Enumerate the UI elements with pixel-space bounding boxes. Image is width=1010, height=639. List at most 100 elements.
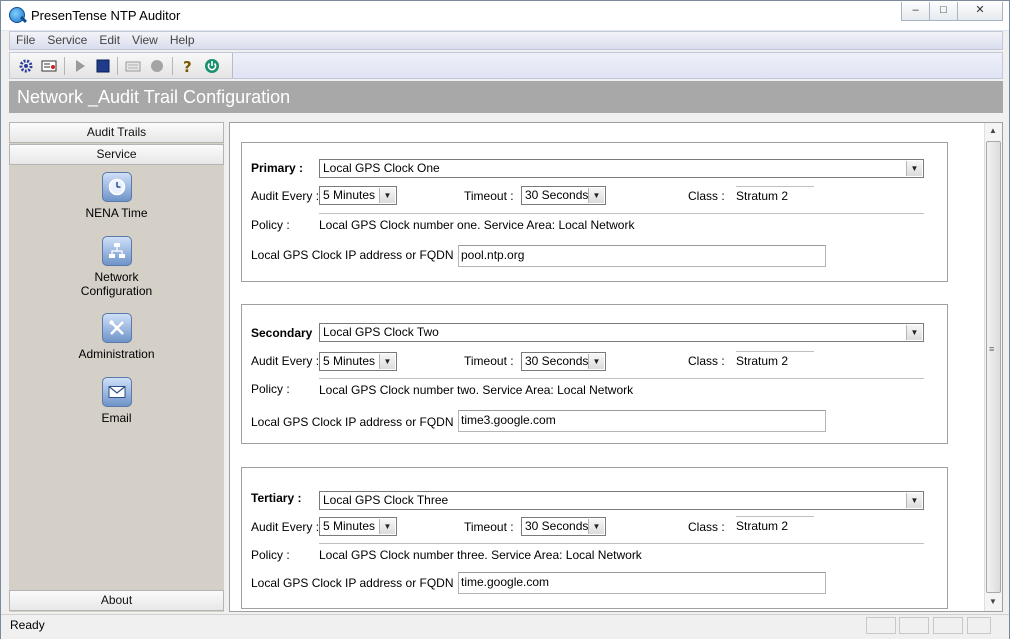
scroll-thumb[interactable] <box>986 141 1001 593</box>
tab-about[interactable]: About <box>9 590 224 611</box>
settings-icon[interactable] <box>18 58 34 74</box>
tertiary-label: Tertiary : <box>251 491 302 505</box>
class-value: Stratum 2 <box>736 351 814 368</box>
network-icon <box>101 236 132 266</box>
policy-label: Policy : <box>251 548 290 562</box>
timeout-label: Timeout : <box>464 354 514 368</box>
title-bar: PresenTense NTP Auditor – □ ✕ <box>1 1 1009 31</box>
secondary-clock-panel: Secondary Local GPS Clock Two ▼ Audit Eve… <box>241 304 948 444</box>
sidebar-item-nena-time[interactable]: NENA Time <box>9 172 224 220</box>
secondary-label: Secondary <box>251 326 313 340</box>
sidebar-item-label: Network Configuration <box>80 270 153 298</box>
tools-icon <box>101 313 132 343</box>
status-panel <box>967 617 991 634</box>
class-value: Stratum 2 <box>736 186 814 203</box>
ip-label: Local GPS Clock IP address or FQDN : <box>251 576 461 590</box>
status-panel <box>866 617 896 634</box>
app-logo-icon <box>9 7 25 23</box>
toolbar: ? <box>9 52 1003 79</box>
main-content: Primary : Local GPS Clock One ▼ Audit Eve… <box>229 122 1003 612</box>
sidebar-item-administration[interactable]: Administration <box>9 313 224 361</box>
close-button[interactable]: ✕ <box>957 2 1003 21</box>
policy-label: Policy : <box>251 218 290 232</box>
page-title: Network _Audit Trail Configuration <box>9 81 1003 113</box>
ip-label: Local GPS Clock IP address or FQDN : <box>251 415 461 429</box>
sidebar: Audit Trails Service NENA Time Network C… <box>9 122 224 612</box>
timeout-value: 30 Seconds <box>525 519 589 533</box>
certificate-icon[interactable] <box>41 58 57 74</box>
svg-text:?: ? <box>183 58 192 74</box>
sidebar-item-network-configuration[interactable]: Network Configuration <box>9 236 224 298</box>
tertiary-clock-panel: Tertiary : Local GPS Clock Three ▼ Audit … <box>241 467 948 609</box>
tertiary-clock-select[interactable]: Local GPS Clock Three ▼ <box>319 491 924 510</box>
sidebar-item-label: NENA Time <box>85 206 148 220</box>
app-window: PresenTense NTP Auditor – □ ✕ File Servic… <box>0 0 1010 639</box>
scroll-up-icon[interactable]: ▲ <box>989 126 997 135</box>
ip-input[interactable]: pool.ntp.org <box>458 245 826 267</box>
scroll-grip-icon: ≡ <box>989 344 995 354</box>
class-value: Stratum 2 <box>736 516 814 533</box>
menu-help[interactable]: Help <box>164 32 201 49</box>
chevron-down-icon: ▼ <box>379 354 395 369</box>
help-icon[interactable]: ? <box>180 58 196 76</box>
sidebar-item-label: Email <box>101 411 132 425</box>
sidebar-item-email[interactable]: Email <box>9 377 224 425</box>
maximize-button[interactable]: □ <box>929 2 958 21</box>
timeout-label: Timeout : <box>464 189 514 203</box>
stop-icon[interactable] <box>95 58 111 74</box>
audit-every-label: Audit Every : <box>251 354 320 368</box>
keyboard-icon[interactable] <box>125 58 141 74</box>
timeout-label: Timeout : <box>464 520 514 534</box>
audit-every-label: Audit Every : <box>251 520 320 534</box>
ip-input[interactable]: time.google.com <box>458 572 826 594</box>
window-title: PresenTense NTP Auditor <box>31 8 181 23</box>
minimize-button[interactable]: – <box>901 2 930 21</box>
audit-every-select[interactable]: 5 Minutes ▼ <box>319 186 397 205</box>
status-bar: Ready <box>1 614 1009 639</box>
status-panel <box>899 617 929 634</box>
audit-every-label: Audit Every : <box>251 189 320 203</box>
timeout-value: 30 Seconds <box>525 354 589 368</box>
secondary-clock-select[interactable]: Local GPS Clock Two ▼ <box>319 323 924 342</box>
play-icon[interactable] <box>72 58 88 74</box>
menu-service[interactable]: Service <box>41 32 93 49</box>
ip-input[interactable]: time3.google.com <box>458 410 826 432</box>
policy-value: Local GPS Clock number one. Service Area… <box>319 213 924 232</box>
timeout-select[interactable]: 30 Seconds ▼ <box>521 517 606 536</box>
menu-edit[interactable]: Edit <box>93 32 126 49</box>
tab-service[interactable]: Service <box>9 144 224 165</box>
status-text: Ready <box>10 618 45 632</box>
audit-every-value: 5 Minutes <box>323 519 376 533</box>
class-label: Class : <box>688 354 725 368</box>
power-icon[interactable] <box>204 58 220 74</box>
primary-label: Primary : <box>251 161 304 175</box>
audit-every-select[interactable]: 5 Minutes ▼ <box>319 517 397 536</box>
chevron-down-icon: ▼ <box>379 188 395 203</box>
class-label: Class : <box>688 189 725 203</box>
timeout-select[interactable]: 30 Seconds ▼ <box>521 186 606 205</box>
record-icon[interactable] <box>149 58 165 74</box>
sidebar-item-label: Administration <box>78 347 155 361</box>
tertiary-clock-value: Local GPS Clock Three <box>323 493 449 507</box>
ip-label: Local GPS Clock IP address or FQDN : <box>251 248 461 262</box>
menu-bar: File Service Edit View Help <box>9 31 1003 50</box>
audit-every-value: 5 Minutes <box>323 188 376 202</box>
menu-view[interactable]: View <box>126 32 164 49</box>
chevron-down-icon: ▼ <box>588 354 604 369</box>
envelope-icon <box>101 377 132 407</box>
chevron-down-icon: ▼ <box>588 188 604 203</box>
primary-clock-panel: Primary : Local GPS Clock One ▼ Audit Eve… <box>241 142 948 282</box>
audit-every-select[interactable]: 5 Minutes ▼ <box>319 352 397 371</box>
policy-value: Local GPS Clock number two. Service Area… <box>319 378 924 397</box>
primary-clock-select[interactable]: Local GPS Clock One ▼ <box>319 159 924 178</box>
audit-every-value: 5 Minutes <box>323 354 376 368</box>
menu-file[interactable]: File <box>10 32 41 49</box>
policy-label: Policy : <box>251 382 290 396</box>
timeout-select[interactable]: 30 Seconds ▼ <box>521 352 606 371</box>
policy-value: Local GPS Clock number three. Service Ar… <box>319 543 924 562</box>
class-label: Class : <box>688 520 725 534</box>
vertical-scrollbar[interactable]: ▲ ≡ ▼ <box>984 123 1002 611</box>
timeout-value: 30 Seconds <box>525 188 589 202</box>
tab-audit-trails[interactable]: Audit Trails <box>9 122 224 143</box>
scroll-down-icon[interactable]: ▼ <box>989 597 997 606</box>
